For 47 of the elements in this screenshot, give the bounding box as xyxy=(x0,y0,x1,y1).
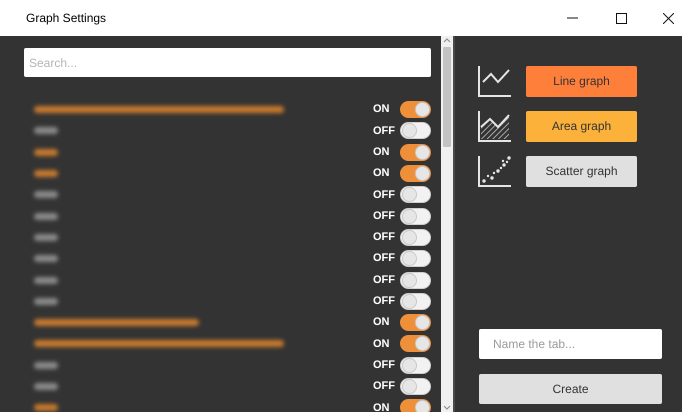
scroll-down-icon[interactable] xyxy=(443,405,451,410)
minimize-icon[interactable] xyxy=(567,17,578,19)
toggle-state: OFF xyxy=(373,358,396,373)
toggle-switch[interactable] xyxy=(400,144,431,161)
toggle-state: OFF xyxy=(373,230,396,246)
toggle-state: ON xyxy=(373,336,390,352)
toggle-state: OFF xyxy=(373,208,396,224)
toggle-state: ON xyxy=(373,166,390,182)
toggle-switch[interactable] xyxy=(400,399,431,412)
toggle-state: OFF xyxy=(373,251,396,266)
toggle-state: ON xyxy=(373,400,390,412)
scatter-chart-icon xyxy=(477,154,513,188)
toggle-switch[interactable] xyxy=(400,165,431,182)
toggle-state: OFF xyxy=(373,272,396,288)
search-field[interactable]: Search... xyxy=(24,48,431,77)
close-icon[interactable] xyxy=(663,12,674,24)
toggle-state: ON xyxy=(373,144,390,160)
toggle-switch[interactable] xyxy=(400,356,431,374)
toggle-switch[interactable] xyxy=(400,335,431,352)
line-chart-icon xyxy=(477,64,513,98)
toggle-state: OFF xyxy=(373,188,396,203)
toggle-switch[interactable] xyxy=(400,208,431,225)
scroll-thumb[interactable] xyxy=(443,47,451,147)
maximize-icon[interactable] xyxy=(616,12,627,24)
toggle-state: OFF xyxy=(373,379,396,394)
toggle-switch[interactable] xyxy=(400,186,431,204)
toggle-switch[interactable] xyxy=(400,314,431,332)
area-chart-icon xyxy=(477,109,513,143)
graph-type-button[interactable]: Area graph xyxy=(526,110,637,142)
toggle-switch[interactable] xyxy=(400,228,431,246)
tab-name-field[interactable]: Name the tab... xyxy=(479,329,662,359)
graph-type-button[interactable]: Scatter graph xyxy=(526,156,637,186)
toggle-state: OFF xyxy=(373,294,396,310)
toggle-switch[interactable] xyxy=(400,378,431,395)
create-button[interactable]: Create xyxy=(479,374,662,404)
toggle-state: ON xyxy=(373,315,390,330)
toggle-state: ON xyxy=(373,102,390,118)
toggle-switch[interactable] xyxy=(400,101,431,118)
toggle-switch[interactable] xyxy=(400,292,431,310)
toggle-switch[interactable] xyxy=(400,272,431,289)
toggle-switch[interactable] xyxy=(400,122,431,140)
window-title: Graph Settings xyxy=(26,10,106,27)
toggle-state: OFF xyxy=(373,124,396,139)
scroll-up-icon[interactable] xyxy=(443,38,451,43)
graph-type-button[interactable]: Line graph xyxy=(526,66,637,96)
toggle-switch[interactable] xyxy=(400,250,431,268)
scrollbar[interactable] xyxy=(441,36,453,412)
